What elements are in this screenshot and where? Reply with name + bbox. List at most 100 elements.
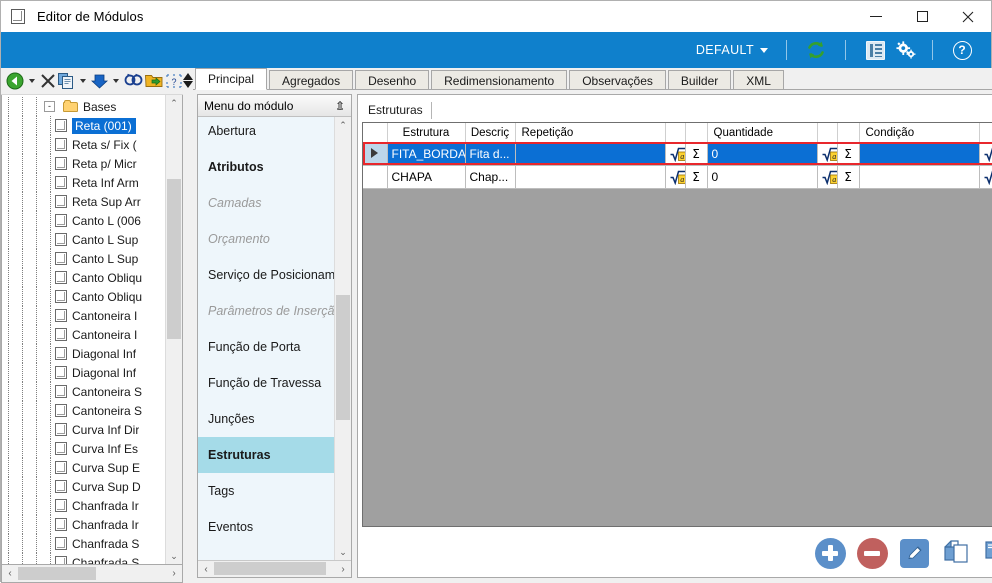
module-menu-item-eventos[interactable]: Eventos <box>198 509 335 545</box>
tree-view[interactable]: - Bases Reta (001)Reta s/ Fix (Reta p/ M… <box>1 95 183 565</box>
module-menu-item-tags[interactable]: Tags <box>198 473 335 509</box>
row-indicator[interactable] <box>363 143 387 166</box>
panel-splitter[interactable] <box>183 68 193 583</box>
column-header-quantidade[interactable]: Quantidade <box>707 123 817 143</box>
sum-button-qtd_sum[interactable]: Σ <box>837 143 859 166</box>
module-menu-scroll-thumb[interactable] <box>336 295 350 420</box>
import-dropdown-icon[interactable] <box>113 79 119 83</box>
tree-item[interactable]: Chanfrada Ir <box>2 515 182 534</box>
formula-icon[interactable]: a <box>822 170 838 185</box>
tree-vertical-scrollbar[interactable]: ⌃ ⌄ <box>165 95 182 564</box>
delete-icon[interactable] <box>40 70 56 92</box>
tab-desenho[interactable]: Desenho <box>355 70 429 90</box>
row-indicator[interactable] <box>363 166 387 189</box>
tree-item[interactable]: Diagonal Inf <box>2 363 182 382</box>
tree-expander-icon[interactable]: - <box>44 101 55 112</box>
tree-scroll-down-button[interactable]: ⌄ <box>166 548 182 564</box>
cell-quantidade[interactable]: 0 <box>707 143 817 166</box>
tree-item[interactable]: Curva Inf Dir <box>2 420 182 439</box>
formula-icon[interactable]: a <box>984 147 992 162</box>
tree-item[interactable]: Chanfrada S <box>2 534 182 553</box>
cell-quantidade[interactable]: 0 <box>707 166 817 189</box>
module-menu-hscroll-left-button[interactable]: ‹ <box>198 562 214 577</box>
cell-repeticao[interactable] <box>515 166 665 189</box>
tree-item[interactable]: Curva Inf Es <box>2 439 182 458</box>
copy-dropdown-icon[interactable] <box>80 79 86 83</box>
tab-observa-es[interactable]: Observações <box>569 70 666 90</box>
help-icon[interactable]: ? <box>949 37 975 63</box>
module-menu-item-fun-o-de-porta[interactable]: Função de Porta <box>198 329 335 365</box>
formula-button-rep_fx[interactable]: a <box>665 166 685 189</box>
module-menu-item-atributos[interactable]: Atributos <box>198 149 335 185</box>
tree-hscroll-left-button[interactable]: ‹ <box>2 566 18 581</box>
formula-button-cond_fx[interactable]: a <box>979 166 992 189</box>
copy-icon[interactable] <box>58 70 75 92</box>
column-header-estrutura[interactable]: Estrutura <box>387 123 465 143</box>
cell-descricao[interactable]: Fita d... <box>465 143 515 166</box>
formula-icon[interactable]: a <box>822 147 838 162</box>
select-icon[interactable]: ? <box>165 70 183 92</box>
settings-gears-icon[interactable] <box>896 41 916 59</box>
tree-item[interactable]: Cantoneira I <box>2 306 182 325</box>
structures-grid[interactable]: EstruturaDescriçRepetiçãoQuantidadeCondi… <box>362 122 992 527</box>
table-row[interactable]: CHAPAChap...aΣ0aΣaΣ <box>363 166 992 189</box>
grid-view-icon[interactable] <box>862 37 888 63</box>
tree-item[interactable]: Canto L Sup <box>2 249 182 268</box>
tree-item[interactable]: Canto L (006 <box>2 211 182 230</box>
column-header-descricao[interactable]: Descriç <box>465 123 515 143</box>
tab-builder[interactable]: Builder <box>668 70 731 90</box>
tree-item[interactable]: Reta Inf Arm <box>2 173 182 192</box>
find-icon[interactable] <box>124 70 143 92</box>
tab-redimensionamento[interactable]: Redimensionamento <box>431 70 567 90</box>
splitter-collapse-icon[interactable] <box>183 73 193 80</box>
cell-repeticao[interactable] <box>515 143 665 166</box>
module-menu-horizontal-scrollbar[interactable]: ‹ › <box>198 560 351 577</box>
module-menu-item-fun-o-de-travessa[interactable]: Função de Travessa <box>198 365 335 401</box>
column-header-cond_fx[interactable] <box>979 123 992 143</box>
tree-item[interactable]: Cantoneira S <box>2 401 182 420</box>
sub-tab-estruturas[interactable]: Estruturas <box>362 102 432 119</box>
table-row[interactable]: FITA_BORDAFita d...aΣ0aΣaΣ <box>363 143 992 166</box>
tree-hscroll-thumb[interactable] <box>18 567 96 580</box>
tree-item[interactable]: Reta Sup Arr <box>2 192 182 211</box>
cell-descricao[interactable]: Chap... <box>465 166 515 189</box>
close-button[interactable] <box>945 1 991 32</box>
sigma-icon[interactable]: Σ <box>844 170 852 184</box>
module-menu-item-abertura[interactable]: Abertura <box>198 117 335 149</box>
tree-scroll-thumb[interactable] <box>167 179 181 339</box>
column-header-indicator[interactable] <box>363 123 387 143</box>
formula-button-rep_fx[interactable]: a <box>665 143 685 166</box>
module-menu-vertical-scrollbar[interactable]: ⌃ ⌄ <box>334 117 351 560</box>
tree-item[interactable]: Canto Obliqu <box>2 287 182 306</box>
tree-item[interactable]: Chanfrada S <box>2 553 182 564</box>
copy-to-button[interactable] <box>982 537 992 570</box>
tree-item[interactable]: Chanfrada Ir <box>2 496 182 515</box>
module-menu-item-estruturas[interactable]: Estruturas <box>198 437 335 473</box>
cell-condicao[interactable] <box>859 143 979 166</box>
tree-item[interactable]: Canto Obliqu <box>2 268 182 287</box>
back-icon[interactable] <box>6 70 24 92</box>
tree-item[interactable]: Reta p/ Micr <box>2 154 182 173</box>
tab-principal[interactable]: Principal <box>195 68 267 90</box>
minimize-button[interactable] <box>853 1 899 32</box>
formula-button-cond_fx[interactable]: a <box>979 143 992 166</box>
sigma-icon[interactable]: Σ <box>692 147 700 161</box>
column-header-condicao[interactable]: Condição <box>859 123 979 143</box>
duplicate-button[interactable] <box>940 537 973 570</box>
tree-item[interactable]: Diagonal Inf <box>2 344 182 363</box>
tree-root-row[interactable]: - Bases <box>2 97 182 116</box>
column-header-rep_sum[interactable] <box>685 123 707 143</box>
back-dropdown-icon[interactable] <box>29 79 35 83</box>
tree-item[interactable]: Curva Sup D <box>2 477 182 496</box>
module-menu-scroll-up-button[interactable]: ⌃ <box>335 117 351 133</box>
sum-button-rep_sum[interactable]: Σ <box>685 143 707 166</box>
tree-item[interactable]: Reta (001) <box>2 116 182 135</box>
remove-button[interactable] <box>856 537 889 570</box>
cell-estrutura[interactable]: CHAPA <box>387 166 465 189</box>
tree-item[interactable]: Curva Sup E <box>2 458 182 477</box>
tree-horizontal-scrollbar[interactable]: ‹ › <box>1 565 183 583</box>
import-icon[interactable] <box>91 70 108 92</box>
formula-icon[interactable]: a <box>670 170 686 185</box>
export-icon[interactable] <box>145 70 163 92</box>
maximize-button[interactable] <box>899 1 945 32</box>
